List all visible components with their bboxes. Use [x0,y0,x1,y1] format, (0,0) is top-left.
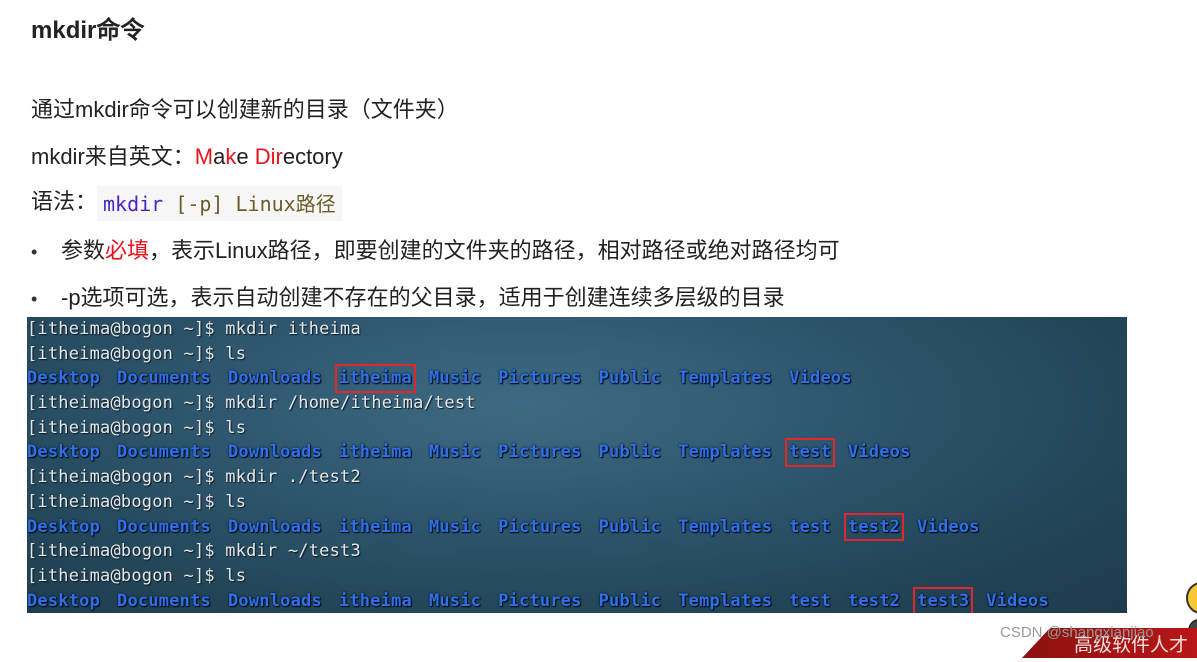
origin-part: ectory [282,144,343,169]
directory-entry: test [789,516,831,537]
terminal-command: mkdir ~/test3 [225,541,361,562]
directory-entry: Downloads [227,590,322,611]
origin-part: k [225,144,237,169]
terminal-command-line: [itheima@bogon ~]$ mkdir /home/itheima/t… [27,391,1127,416]
mascot-icon [1186,582,1197,614]
terminal-command-line: [itheima@bogon ~]$ ls [27,416,1127,441]
directory-entry: Templates [678,442,773,463]
directory-entry: Videos [917,516,980,537]
origin-part: a [213,144,226,169]
terminal-command: mkdir ./test2 [225,467,361,488]
directory-entry: Templates [678,368,773,389]
bullet-text-rest: ，表示Linux路径，即要创建的文件夹的路径，相对路径或绝对路径均可 [149,238,840,263]
terminal-prompt: [itheima@bogon ~]$ [27,319,226,339]
terminal-prompt: [itheima@bogon ~]$ [27,343,226,364]
terminal-ls-output: Desktop Documents Downloads itheima Music Pic… [27,512,1127,542]
terminal-output: [itheima@bogon ~]$ mkdir itheima [itheima… [27,317,1127,613]
directory-entry: Desktop [27,368,101,389]
bullet-highlight: 必填 [105,238,150,263]
origin-part: M [194,144,214,169]
bullet-text: 参数 [61,238,106,263]
syntax-option: [-p] [175,191,224,216]
directory-entry: Pictures [498,516,582,537]
terminal-command: ls [225,417,247,438]
directory-entry: Videos [847,442,911,463]
terminal-ls-output: Desktop Documents Downloads itheima Music Pic… [27,364,1127,394]
origin-part: Dir [254,144,283,169]
syntax-argument: Linux路径 [235,191,336,216]
syntax-line: 语法： mkdir [-p] Linux路径 [31,184,342,221]
terminal-command-line: [itheima@bogon ~]$ mkdir itheima [27,317,1127,342]
terminal-prompt: [itheima@bogon ~]$ [27,417,226,438]
page-title: mkdir命令 [31,17,145,44]
directory-entry: test2 [847,590,901,611]
directory-entry: Documents [117,590,211,611]
terminal-ls-output: Desktop Documents Downloads itheima Music Pic… [27,438,1127,468]
directory-entry-highlighted: test2 [843,512,905,542]
directory-entry: Desktop [27,590,101,611]
terminal-command-line: [itheima@bogon ~]$ mkdir ~/test3 [27,539,1127,564]
directory-entry: Documents [117,516,211,537]
directory-entry-highlighted: test [785,438,835,468]
terminal-prompt: [itheima@bogon ~]$ [27,491,226,512]
directory-entry: itheima [338,516,412,537]
directory-entry: Videos [986,590,1049,611]
directory-entry: Documents [117,442,211,463]
terminal-command-line: [itheima@bogon ~]$ ls [27,490,1127,515]
directory-entry: Downloads [227,516,322,537]
bullet-text: -p选项可选，表示自动创建不存在的父目录，适用于创建连续多层级的目录 [61,285,785,310]
bullet-icon: • [31,289,38,309]
terminal-command: ls [225,343,247,364]
directory-entry: Public [598,368,662,389]
directory-entry: test [789,590,831,611]
syntax-command: mkdir [103,191,164,216]
origin-line: mkdir来自英文：Make Directory [31,139,343,171]
directory-entry: Music [428,368,482,389]
directory-entry: Pictures [498,590,582,611]
directory-entry-highlighted: itheima [334,364,416,394]
directory-entry: Music [428,442,482,463]
terminal-command: mkdir itheima [225,319,361,339]
terminal-command-line: [itheima@bogon ~]$ mkdir ./test2 [27,465,1127,490]
directory-entry: Desktop [27,516,101,537]
watermark: CSDN @shangxianjiao [1000,624,1154,641]
directory-entry: Documents [117,368,211,389]
terminal-prompt: [itheima@bogon ~]$ [27,393,226,414]
directory-entry-highlighted: test3 [913,586,974,613]
intro-text: 通过mkdir命令可以创建新的目录（文件夹） [31,97,459,122]
directory-entry: Templates [678,516,773,537]
directory-entry: Videos [789,368,852,389]
syntax-code: mkdir [-p] Linux路径 [97,185,342,221]
terminal-screenshot: [itheima@bogon ~]$ mkdir itheima [itheima… [27,317,1127,613]
origin-prefix: mkdir来自英文： [31,144,195,169]
directory-entry: Music [428,590,482,611]
directory-entry: itheima [338,442,412,463]
directory-entry: Pictures [498,368,582,389]
directory-entry: Public [598,516,662,537]
terminal-prompt: [itheima@bogon ~]$ [27,467,226,488]
terminal-prompt: [itheima@bogon ~]$ [27,565,226,586]
directory-entry: itheima [338,590,412,611]
directory-entry: Public [598,590,662,611]
terminal-command-line: [itheima@bogon ~]$ ls [27,564,1127,589]
terminal-command-line: [itheima@bogon ~]$ ls [27,342,1127,367]
bullet-icon: • [31,242,38,262]
directory-entry: Templates [678,590,773,611]
directory-entry: Public [598,442,662,463]
syntax-label: 语法： [31,189,98,214]
terminal-prompt: [itheima@bogon ~]$ [27,541,226,562]
directory-entry: Downloads [227,442,322,463]
terminal-command: mkdir /home/itheima/test [225,393,476,414]
terminal-command: ls [225,565,247,586]
terminal-ls-output: Desktop Documents Downloads itheima Music Pic… [27,586,1127,613]
directory-entry: Pictures [498,442,582,463]
directory-entry: Desktop [27,442,101,463]
origin-english-term: Make Directory [195,144,343,169]
origin-part: e [236,144,255,169]
directory-entry: Downloads [227,368,322,389]
terminal-command: ls [225,491,247,512]
directory-entry: Music [428,516,482,537]
bullet-item: • 参数必填，表示Linux路径，即要创建的文件夹的路径，相对路径或绝对路径均可 [31,233,840,265]
bullet-item: • -p选项可选，表示自动创建不存在的父目录，适用于创建连续多层级的目录 [31,280,785,312]
